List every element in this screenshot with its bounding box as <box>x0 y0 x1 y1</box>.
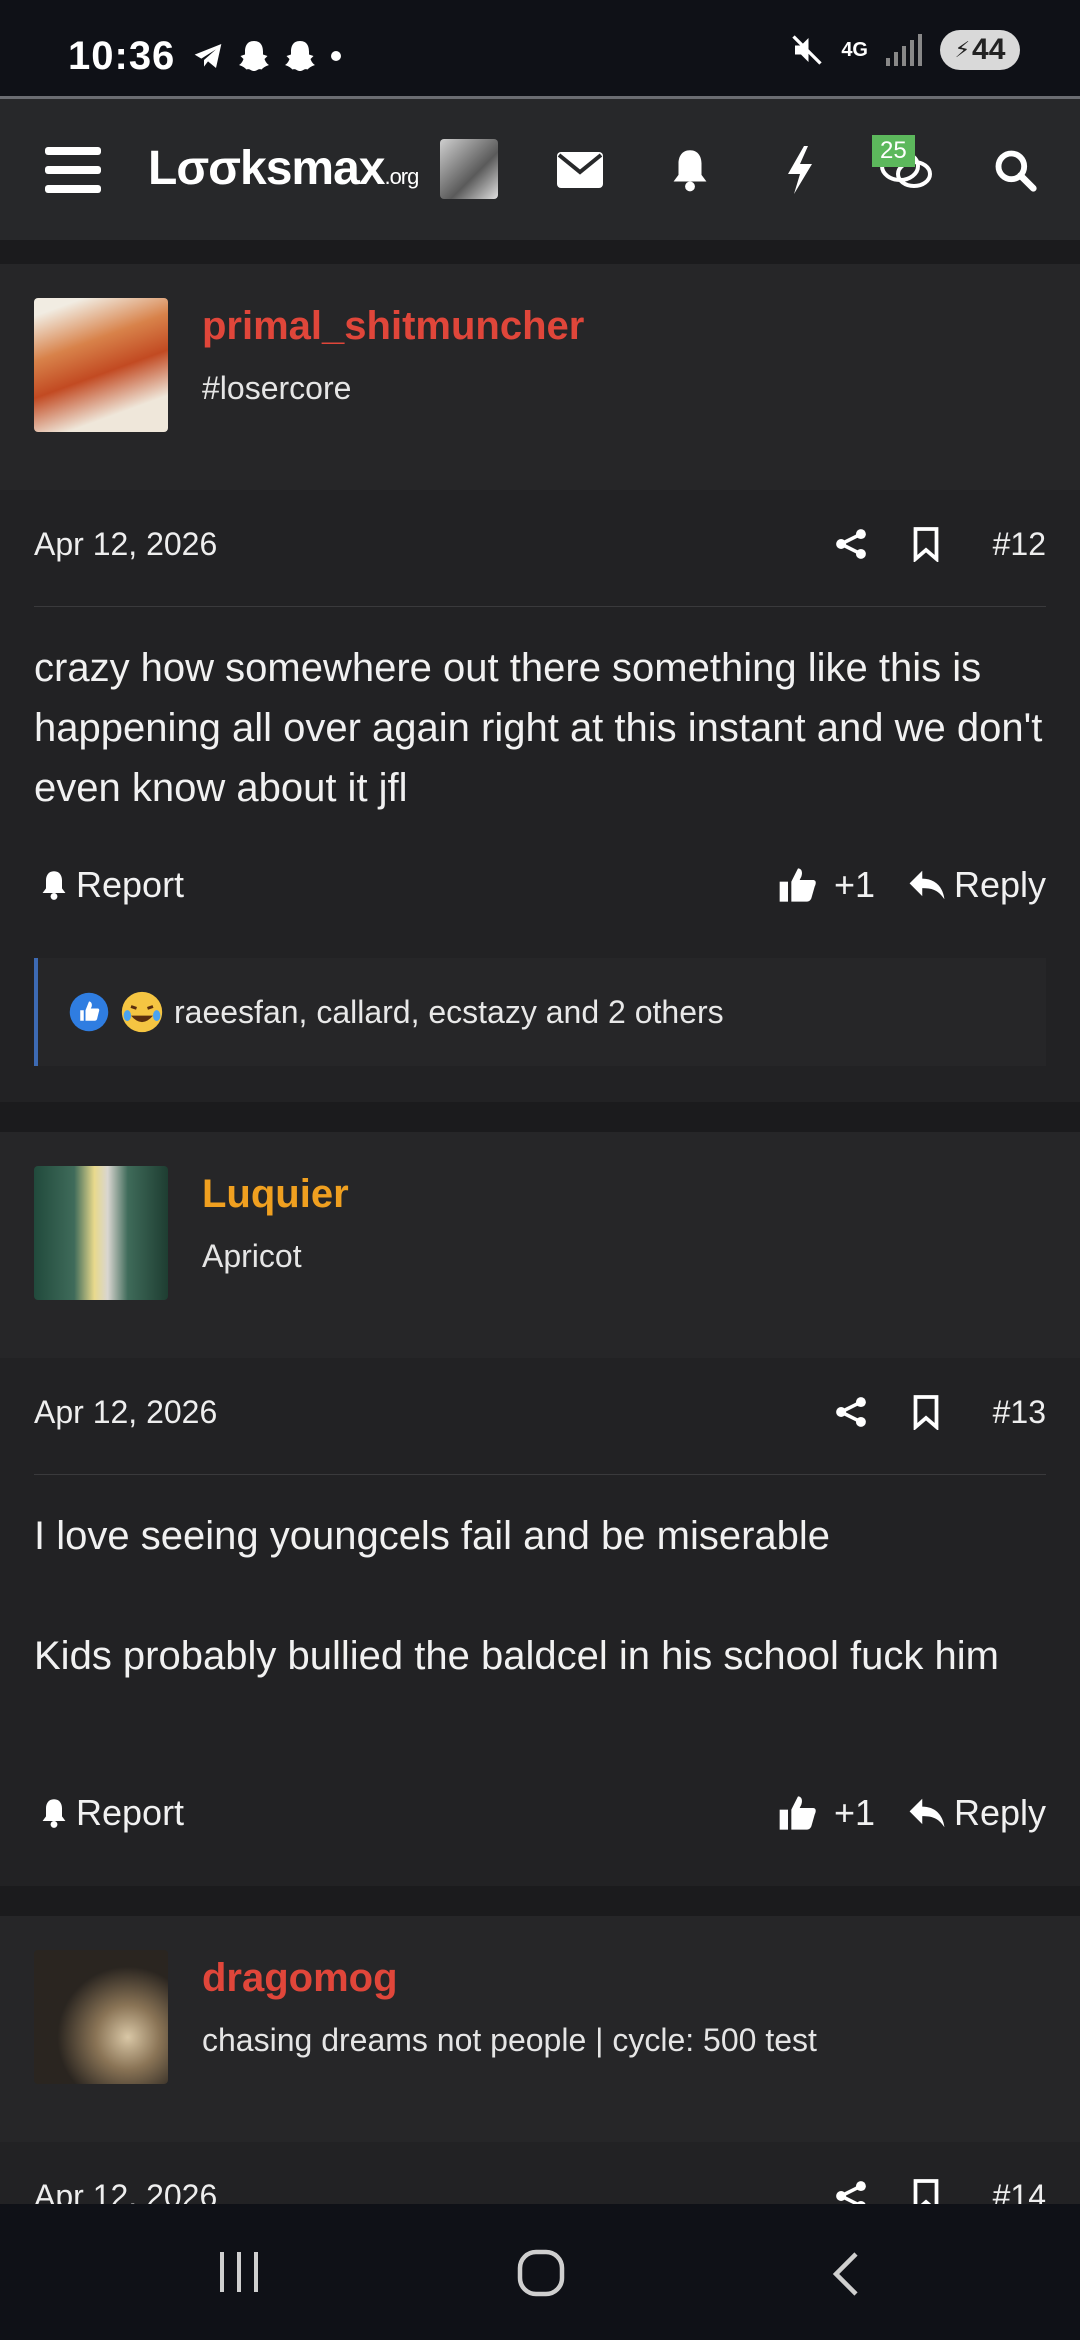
system-icons: 4G ⚡ 44 <box>789 30 1020 70</box>
post-number[interactable]: #12 <box>993 526 1046 563</box>
reply-label: Reply <box>954 1792 1047 1833</box>
thumbs-up-icon <box>779 1796 816 1830</box>
dot-icon <box>331 51 341 61</box>
bookmark-icon[interactable] <box>912 2178 940 2204</box>
snapchat-icon <box>285 41 315 71</box>
like-count: +1 <box>834 864 876 905</box>
top-navbar: Lσσksmax.org 25 <box>0 96 1080 240</box>
post-date[interactable]: Apr 12, 2026 <box>34 526 217 563</box>
username[interactable]: dragomog <box>202 1956 398 2001</box>
signal-icon <box>886 34 922 66</box>
post-text: I love seeing youngcels fail and be mise… <box>34 1514 831 1558</box>
post-text: Kids probably bullied the baldcel in his… <box>34 1634 999 1678</box>
battery-icon: ⚡ 44 <box>940 30 1020 70</box>
report-button[interactable]: Report <box>40 1792 184 1834</box>
share-icon[interactable] <box>834 526 868 562</box>
search-icon <box>995 150 1037 192</box>
notification-icons <box>190 38 344 74</box>
like-button[interactable]: +1 <box>778 1792 875 1834</box>
bell-icon <box>673 149 707 191</box>
avatar[interactable] <box>440 139 498 199</box>
avatar[interactable] <box>34 1950 168 2084</box>
post-number[interactable]: #13 <box>993 1394 1046 1431</box>
post-14: dragomog chasing dreams not people | cyc… <box>0 1916 1080 2204</box>
conversations-button[interactable] <box>876 99 936 240</box>
user-title: chasing dreams not people | cycle: 500 t… <box>202 2022 817 2058</box>
post-separator <box>0 1102 1080 1132</box>
alerts-button[interactable] <box>660 99 720 240</box>
system-navigation-bar <box>0 2204 1080 2340</box>
bolt-icon <box>788 145 812 194</box>
bell-icon <box>42 1799 66 1828</box>
telegram-icon <box>194 44 222 68</box>
mute-icon <box>792 35 822 65</box>
status-time: 10:36 <box>68 34 176 78</box>
logo-org: .org <box>384 164 419 189</box>
reaction-users[interactable]: raeesfan, callard, ecstazy and 2 others <box>174 994 724 1031</box>
like-button[interactable]: +1 <box>778 864 875 906</box>
crying-laughing-icon <box>121 991 163 1033</box>
bookmark-icon[interactable] <box>912 526 940 562</box>
mail-icon <box>557 151 603 188</box>
snapchat-icon <box>239 41 269 71</box>
reply-icon <box>909 1798 945 1828</box>
report-label: Report <box>76 1792 185 1833</box>
chat-badge: 25 <box>872 135 915 167</box>
avatar[interactable] <box>34 1166 168 1300</box>
reply-icon <box>909 870 945 900</box>
home-icon[interactable] <box>516 2248 566 2298</box>
inbox-button[interactable] <box>550 99 610 240</box>
user-title: #losercore <box>202 370 352 406</box>
reactions-bar[interactable]: raeesfan, callard, ecstazy and 2 others <box>34 958 1046 1066</box>
post-12: primal_shitmuncher #losercore Apr 12, 20… <box>0 264 1080 1102</box>
logo-text: Lσσksmax <box>148 142 385 195</box>
thumbs-up-icon <box>779 868 816 902</box>
reply-button[interactable]: Reply <box>908 864 1046 906</box>
bell-icon <box>42 871 66 900</box>
reply-button[interactable]: Reply <box>908 1792 1046 1834</box>
username[interactable]: primal_shitmuncher <box>202 304 584 349</box>
divider <box>34 1474 1046 1475</box>
report-label: Report <box>76 864 185 905</box>
username[interactable]: Luquier <box>202 1172 349 1217</box>
like-reaction-icon <box>69 992 109 1032</box>
user-title: Apricot <box>202 1238 302 1274</box>
post-text: crazy how somewhere out there something … <box>34 646 1043 810</box>
divider <box>34 606 1046 607</box>
menu-icon <box>45 146 101 193</box>
like-count: +1 <box>834 1792 876 1833</box>
post-date[interactable]: Apr 12, 2026 <box>34 2178 217 2204</box>
battery-level: 44 <box>972 33 1006 66</box>
post-number[interactable]: #14 <box>993 2178 1046 2204</box>
status-bar: 10:36 4G ⚡ 44 <box>0 0 1080 96</box>
back-icon[interactable] <box>828 2250 864 2298</box>
menu-button[interactable] <box>30 99 116 240</box>
recents-icon[interactable] <box>216 2250 262 2294</box>
report-button[interactable]: Report <box>40 864 184 906</box>
post-body: I love seeing youngcels fail and be mise… <box>34 1506 1054 1686</box>
post-body: crazy how somewhere out there something … <box>34 638 1054 818</box>
share-icon[interactable] <box>834 1394 868 1430</box>
post-13: Luquier Apricot Apr 12, 2026 #13 I love … <box>0 1132 1080 1886</box>
reply-label: Reply <box>954 864 1047 905</box>
site-logo[interactable]: Lσσksmax.org <box>148 141 419 196</box>
share-icon[interactable] <box>834 2178 868 2204</box>
network-type: 4G <box>841 38 868 61</box>
avatar[interactable] <box>34 298 168 432</box>
bookmark-icon[interactable] <box>912 1394 940 1430</box>
whats-new-button[interactable] <box>770 99 830 240</box>
search-button[interactable] <box>982 99 1048 240</box>
post-separator <box>0 1886 1080 1916</box>
post-date[interactable]: Apr 12, 2026 <box>34 1394 217 1431</box>
